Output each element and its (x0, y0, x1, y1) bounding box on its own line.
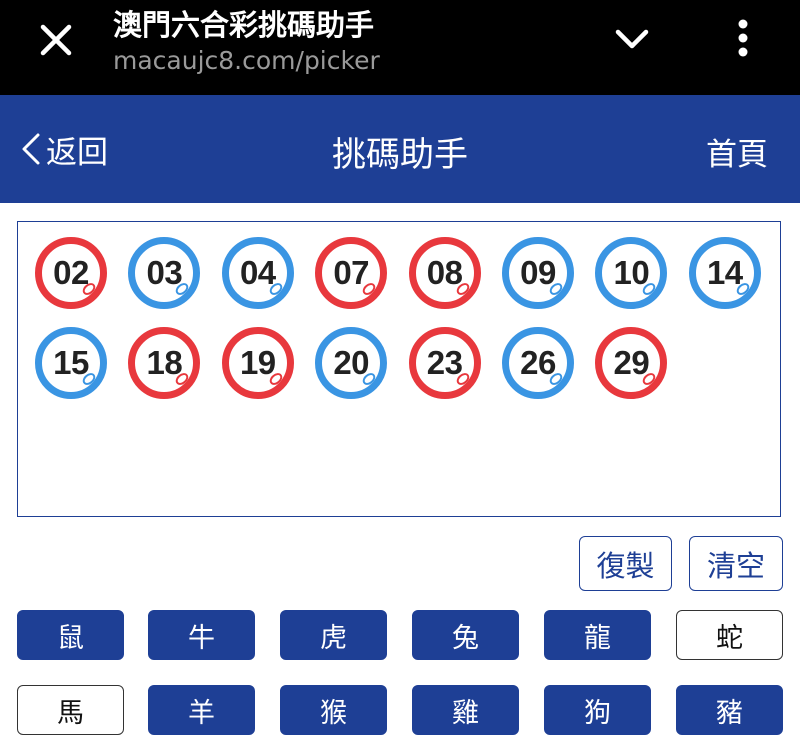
ball-number: 04 (239, 254, 276, 291)
ball-number: 26 (520, 344, 556, 381)
more-vertical-icon[interactable] (728, 16, 758, 60)
number-ball[interactable]: 10 (595, 237, 668, 309)
zodiac-button[interactable]: 狗 (544, 685, 651, 735)
zodiac-button[interactable]: 豬 (676, 685, 783, 735)
ball-number: 29 (613, 344, 650, 381)
number-ball[interactable]: 04 (221, 237, 294, 309)
number-ball[interactable]: 02 (35, 237, 107, 309)
zodiac-button[interactable]: 雞 (412, 685, 519, 735)
zodiac-button[interactable]: 龍 (544, 610, 651, 660)
zodiac-button[interactable]: 馬 (17, 685, 124, 735)
number-ball[interactable]: 14 (688, 237, 761, 309)
number-ball[interactable]: 15 (35, 327, 107, 399)
zodiac-button[interactable]: 兔 (412, 610, 519, 660)
number-ball[interactable]: 19 (221, 327, 294, 399)
zodiac-button[interactable]: 鼠 (17, 610, 124, 660)
home-button[interactable]: 首頁 (706, 129, 768, 174)
number-ball[interactable]: 20 (315, 327, 388, 399)
zodiac-button[interactable]: 羊 (148, 685, 255, 735)
clear-button[interactable]: 清空 (689, 536, 783, 591)
ball-number: 09 (520, 254, 556, 291)
ball-number: 08 (426, 254, 463, 291)
ball-number: 02 (53, 254, 89, 291)
ball-number: 20 (333, 344, 370, 381)
app-header: 返回 挑碼助手 首頁 (0, 95, 800, 203)
zodiac-button[interactable]: 虎 (280, 610, 387, 660)
number-ball[interactable]: 08 (408, 237, 481, 309)
zodiac-button[interactable]: 牛 (148, 610, 255, 660)
ball-number: 18 (146, 344, 183, 381)
ball-number: 23 (426, 344, 463, 381)
number-ball[interactable]: 29 (595, 327, 668, 399)
number-ball[interactable]: 23 (408, 327, 481, 399)
ball-number: 19 (239, 344, 276, 381)
ball-number: 14 (706, 254, 743, 291)
ball-number: 03 (146, 254, 183, 291)
number-ball[interactable]: 26 (502, 327, 574, 399)
number-ball[interactable]: 18 (128, 327, 201, 399)
picked-numbers-panel: 02 03 04 07 08 09 10 14 15 18 19 20 23 26 29 (17, 221, 781, 517)
copy-button[interactable]: 復製 (579, 536, 672, 591)
number-ball[interactable]: 09 (502, 237, 574, 309)
ball-number: 15 (53, 344, 89, 381)
page-title: 挑碼助手 (332, 135, 468, 175)
close-icon[interactable] (34, 18, 78, 62)
ball-number: 10 (613, 254, 650, 291)
zodiac-button[interactable]: 猴 (280, 685, 387, 735)
browser-url[interactable]: macaujc8.com/picker (113, 46, 380, 75)
browser-page-title: 澳門六合彩挑碼助手 (113, 8, 375, 42)
number-ball[interactable]: 03 (128, 237, 201, 309)
zodiac-button[interactable]: 蛇 (676, 610, 783, 660)
browser-toolbar: 澳門六合彩挑碼助手 macaujc8.com/picker (0, 0, 800, 95)
ball-number: 07 (333, 254, 370, 291)
number-ball[interactable]: 07 (315, 237, 388, 309)
chevron-down-icon[interactable] (610, 22, 654, 58)
